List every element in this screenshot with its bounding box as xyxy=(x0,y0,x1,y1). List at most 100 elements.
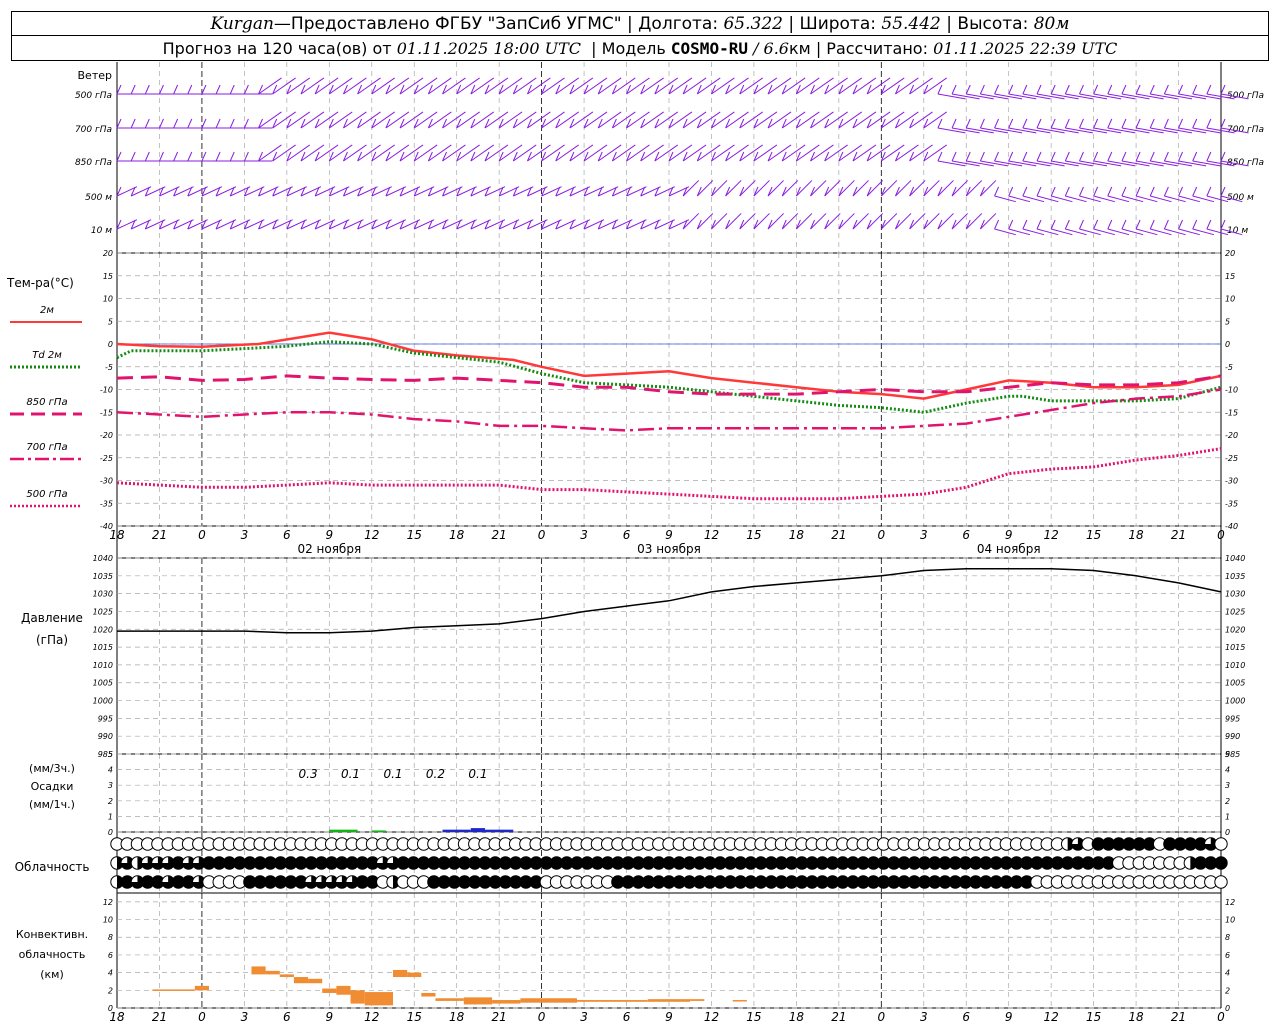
conv-tick-left: 10 xyxy=(103,916,113,925)
wind-barb-feather xyxy=(1036,186,1042,197)
time-tick-label-bottom: 9 xyxy=(1005,1010,1013,1024)
pressure-tick-left: 1035 xyxy=(93,572,113,581)
wind-barb xyxy=(824,180,841,197)
wind-barb xyxy=(810,213,827,230)
time-tick-label: 15 xyxy=(746,528,761,542)
time-tick-label-bottom: 12 xyxy=(364,1010,379,1024)
temp-tick-right: -5 xyxy=(1225,363,1233,372)
precip-unit-bottom: (мм/1ч.) xyxy=(29,798,75,811)
precip-tick-right: 5 xyxy=(1225,750,1230,759)
wind-barb-feather xyxy=(1036,84,1042,95)
time-tick-label: 0 xyxy=(877,528,885,542)
time-tick-label-bottom: 21 xyxy=(492,1010,507,1024)
pressure-tick-left: 1000 xyxy=(93,697,113,706)
wind-barb-feather xyxy=(1008,186,1014,197)
wind-barb-feather xyxy=(201,151,207,162)
temp-tick-left: -30 xyxy=(100,477,113,486)
wind-barb xyxy=(966,160,994,167)
wind-barb xyxy=(1107,93,1136,100)
wind-barb-feather xyxy=(1022,118,1028,129)
wind-barb-feather xyxy=(1192,151,1198,162)
pressure-tick-left: 1015 xyxy=(93,643,113,652)
wind-barb xyxy=(1022,127,1051,134)
pressure-tick-right: 1040 xyxy=(1225,554,1245,563)
wind-barb xyxy=(1051,93,1079,100)
wind-barb-feather xyxy=(1008,84,1014,95)
wind-barb-feather xyxy=(1121,219,1127,230)
wind-barb xyxy=(1164,160,1193,167)
wind-barb xyxy=(980,160,1009,167)
wind-barb-feather xyxy=(116,84,122,95)
precip-tick-right: 3 xyxy=(1225,781,1230,790)
wind-barb-feather xyxy=(1093,186,1099,197)
wind-barb xyxy=(1051,160,1079,167)
wind-barb-feather xyxy=(937,84,943,95)
temp-legend-label: 500 гПа xyxy=(26,489,67,500)
pressure-tick-right: 995 xyxy=(1225,714,1240,723)
wind-barb-feather xyxy=(1220,186,1226,197)
wind-barb xyxy=(895,180,912,197)
wind-barb xyxy=(1135,127,1164,134)
precip-tick-left: 3 xyxy=(108,781,113,790)
conv-bar xyxy=(308,978,323,984)
wind-barb-feather xyxy=(1192,219,1198,230)
wind-barb xyxy=(1008,93,1037,100)
wind-barb-feather xyxy=(1149,118,1155,129)
wind-barb xyxy=(1121,93,1150,100)
wind-barb xyxy=(909,180,926,197)
temp-tick-right: -25 xyxy=(1225,454,1238,463)
precip-tick-left: 2 xyxy=(108,797,113,806)
wind-barb-feather xyxy=(1079,151,1084,162)
conv-tick-left: 12 xyxy=(103,898,113,907)
time-tick-label: 12 xyxy=(1044,528,1059,542)
wind-barb-feather xyxy=(1050,118,1056,129)
wind-barb-feather xyxy=(951,118,957,129)
time-tick-label: 15 xyxy=(1086,528,1101,542)
wind-barb-feather xyxy=(130,84,136,95)
time-tick-label: 9 xyxy=(665,528,673,542)
wind-barb-feather xyxy=(144,151,150,162)
wind-barb-feather xyxy=(1064,84,1070,95)
wind-barb-feather xyxy=(1107,186,1113,197)
precip-tick-right: 4 xyxy=(1225,766,1230,775)
time-tick-label-bottom: 15 xyxy=(407,1010,422,1024)
wind-barb xyxy=(781,213,799,230)
time-tick-label: 6 xyxy=(623,528,631,542)
time-tick-label-bottom: 6 xyxy=(623,1010,631,1024)
wind-barb-feather xyxy=(1121,84,1127,95)
wind-barb-feather xyxy=(1022,151,1028,162)
wind-barb xyxy=(1121,160,1150,167)
wind-barb xyxy=(937,127,966,134)
wind-barb-feather xyxy=(1107,219,1113,230)
wind-barb xyxy=(1192,160,1221,167)
conv-tick-left: 4 xyxy=(108,969,113,978)
temp-title: Тем-ра(°C) xyxy=(6,276,74,290)
pressure-tick-left: 1010 xyxy=(93,661,113,670)
time-tick-label-bottom: 6 xyxy=(962,1010,970,1024)
precip-tick-left: 0 xyxy=(108,828,113,837)
conv-bar xyxy=(421,992,436,997)
wind-barb-feather xyxy=(229,151,235,162)
wind-barb xyxy=(965,180,983,197)
temp-legend-label: 2м xyxy=(40,305,54,316)
conv-bar xyxy=(690,999,705,1001)
temp-tick-right: 5 xyxy=(1225,317,1230,326)
time-tick-label: 21 xyxy=(831,528,846,542)
wind-barb xyxy=(951,180,968,197)
pressure-tick-right: 1000 xyxy=(1225,697,1245,706)
wind-barb-feather xyxy=(1079,186,1084,197)
time-tick-label-bottom: 0 xyxy=(1217,1010,1225,1024)
conv-bar xyxy=(520,998,577,1003)
temp-tick-right: 20 xyxy=(1225,249,1235,258)
wind-barb-feather xyxy=(1135,186,1141,197)
wind-barb xyxy=(767,213,784,230)
precip-value-label: 0.2 xyxy=(426,767,445,781)
wind-barb xyxy=(739,180,756,197)
wind-barb xyxy=(923,213,940,230)
pressure-tick-left: 1020 xyxy=(93,625,113,634)
wind-barb xyxy=(1079,127,1108,134)
time-tick-label-bottom: 15 xyxy=(746,1010,761,1024)
conv-bar xyxy=(152,989,195,991)
precip-tick-right: 0 xyxy=(1225,828,1230,837)
wind-barb xyxy=(980,213,997,230)
